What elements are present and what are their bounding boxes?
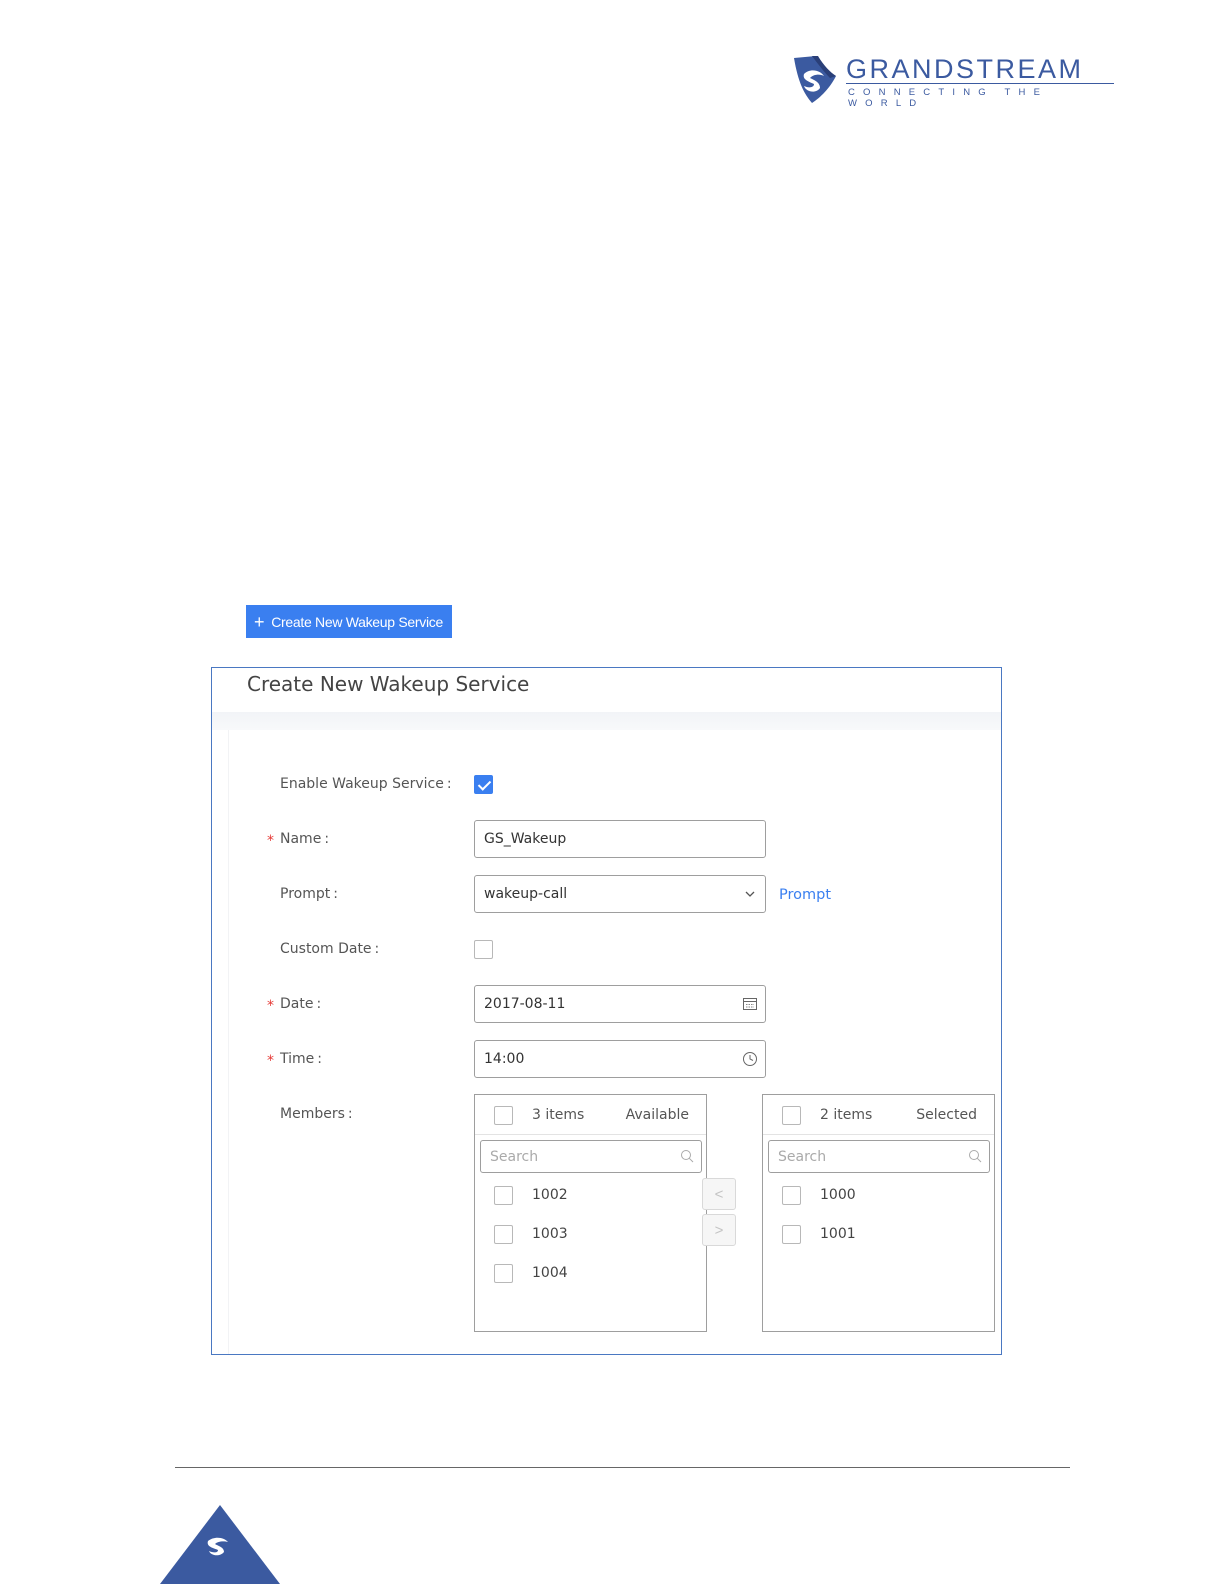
- brand-tagline: CONNECTING THE WORLD: [848, 87, 1049, 109]
- item-checkbox[interactable]: [782, 1186, 801, 1205]
- calendar-icon[interactable]: [742, 996, 758, 1012]
- selected-select-all-checkbox[interactable]: [782, 1106, 801, 1125]
- item-checkbox[interactable]: [782, 1225, 801, 1244]
- enable-checkbox[interactable]: [474, 775, 493, 794]
- time-input[interactable]: 14:00: [474, 1040, 766, 1078]
- date-input[interactable]: 2017-08-11: [474, 985, 766, 1023]
- plus-icon: +: [254, 611, 265, 632]
- prompt-link[interactable]: Prompt: [779, 887, 831, 903]
- date-label: Date:: [280, 996, 322, 1012]
- list-item[interactable]: 1004: [475, 1259, 706, 1289]
- list-item[interactable]: 1002: [475, 1181, 706, 1211]
- available-list-header: 3 items Available: [475, 1095, 706, 1135]
- required-mark: *: [267, 998, 274, 1014]
- name-input[interactable]: GS_Wakeup: [474, 820, 766, 858]
- brand-underline: [846, 83, 1114, 84]
- grandstream-logo-icon: [794, 56, 836, 103]
- clock-icon[interactable]: [742, 1051, 758, 1067]
- search-icon: [969, 1150, 982, 1163]
- dialog-header: Create New Wakeup Service: [212, 668, 1001, 712]
- members-label: Members:: [280, 1106, 353, 1122]
- brand-name: GRANDSTREAM: [846, 54, 1084, 84]
- enable-label: Enable Wakeup Service:: [280, 776, 452, 792]
- item-checkbox[interactable]: [494, 1264, 513, 1283]
- search-icon: [681, 1150, 694, 1163]
- custom-date-checkbox[interactable]: [474, 940, 493, 959]
- move-right-button[interactable]: >: [702, 1214, 736, 1246]
- selected-list: 2 items Selected Search 1000 1001: [762, 1094, 995, 1332]
- selected-search-input[interactable]: Search: [768, 1140, 990, 1173]
- name-label: Name:: [280, 831, 330, 847]
- list-item[interactable]: 1001: [763, 1220, 994, 1250]
- custom-date-label: Custom Date:: [280, 941, 380, 957]
- chevron-down-icon: [745, 891, 755, 897]
- create-button-label: Create New Wakeup Service: [271, 613, 443, 630]
- item-checkbox[interactable]: [494, 1186, 513, 1205]
- available-count: 3 items: [532, 1107, 585, 1123]
- create-wakeup-service-button[interactable]: + Create New Wakeup Service: [246, 605, 452, 638]
- prompt-select[interactable]: wakeup-call: [474, 875, 766, 913]
- dialog-separator: [212, 712, 1001, 730]
- list-item[interactable]: 1000: [763, 1181, 994, 1211]
- selected-title: Selected: [916, 1107, 977, 1123]
- available-search-input[interactable]: Search: [480, 1140, 702, 1173]
- move-left-button[interactable]: <: [702, 1178, 736, 1210]
- item-checkbox[interactable]: [494, 1225, 513, 1244]
- required-mark: *: [267, 1053, 274, 1069]
- available-list: 3 items Available Search 1002 1003 1004: [474, 1094, 707, 1332]
- dialog-title: Create New Wakeup Service: [247, 672, 530, 696]
- create-wakeup-dialog: Create New Wakeup Service Enable Wakeup …: [211, 667, 1002, 1355]
- selected-list-header: 2 items Selected: [763, 1095, 994, 1135]
- prompt-label: Prompt:: [280, 886, 338, 902]
- list-item[interactable]: 1003: [475, 1220, 706, 1250]
- available-select-all-checkbox[interactable]: [494, 1106, 513, 1125]
- dialog-body: Enable Wakeup Service: * Name: GS_Wakeup…: [228, 730, 1001, 1354]
- available-title: Available: [625, 1107, 689, 1123]
- selected-count: 2 items: [820, 1107, 873, 1123]
- footer-divider: [175, 1467, 1070, 1468]
- required-mark: *: [267, 833, 274, 849]
- time-label: Time:: [280, 1051, 322, 1067]
- footer-logo-icon: [160, 1505, 280, 1584]
- grandstream-logo: GRANDSTREAM CONNECTING THE WORLD: [790, 52, 1120, 109]
